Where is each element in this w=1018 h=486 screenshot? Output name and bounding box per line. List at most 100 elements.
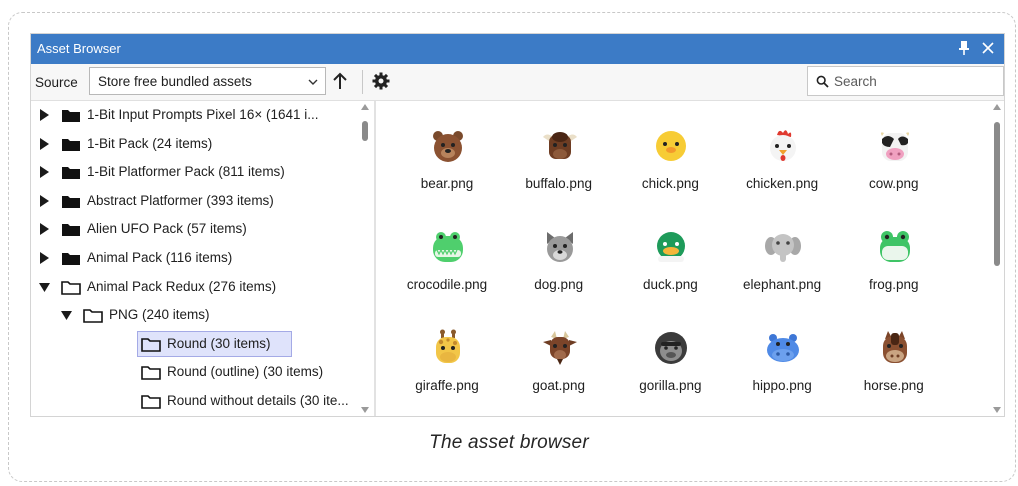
gear-icon[interactable] (371, 71, 391, 91)
asset-tile[interactable]: chicken.png (728, 119, 836, 199)
source-dropdown[interactable]: Store free bundled assets (89, 67, 326, 95)
asset-tile[interactable]: frog.png (840, 220, 948, 300)
chick-icon (656, 131, 687, 161)
asset-tile[interactable]: buffalo.png (505, 119, 613, 199)
folder-tree: 1-Bit Input Prompts Pixel 16× (1641 i...… (31, 101, 374, 416)
tree-item[interactable]: Round without details (30 ite... (83, 388, 374, 414)
tree-item-label: 1-Bit Pack (24 items) (87, 135, 213, 151)
collapse-arrow-icon[interactable] (39, 281, 50, 293)
asset-tile[interactable]: goat.png (505, 321, 613, 401)
tree-item-label: PNG (240 items) (109, 307, 210, 323)
asset-tile[interactable]: crocodile.png (393, 220, 501, 300)
tree-item[interactable]: 1-Bit Input Prompts Pixel 16× (1641 i... (39, 102, 374, 128)
title-bar: Asset Browser (31, 34, 1004, 64)
tree-scrollbar[interactable] (356, 101, 374, 417)
asset-tile[interactable]: bear.png (393, 119, 501, 199)
asset-tile[interactable]: horse.png (840, 321, 948, 401)
asset-name: chick.png (641, 176, 699, 191)
folder-icon (141, 366, 161, 381)
frog-icon (879, 231, 910, 262)
expand-arrow-icon[interactable] (39, 166, 50, 179)
folder-icon (62, 167, 80, 180)
crocodile-icon (433, 232, 463, 262)
window-title: Asset Browser (37, 41, 121, 56)
arrow-up-icon[interactable] (329, 70, 351, 92)
asset-tile[interactable]: hippo.png (728, 321, 836, 401)
bear-icon (433, 131, 463, 162)
folder-icon (62, 195, 80, 208)
elephant-icon (765, 234, 802, 262)
tree-item[interactable]: Alien UFO Pack (57 items) (39, 216, 374, 242)
asset-name: gorilla.png (639, 378, 702, 393)
tree-item[interactable]: 1-Bit Platformer Pack (811 items) (39, 159, 374, 185)
dog-icon (546, 232, 573, 262)
cow-icon (880, 132, 909, 161)
asset-name: duck.png (642, 277, 698, 292)
source-dropdown-value: Store free bundled assets (98, 74, 252, 89)
asset-tile[interactable]: chick.png (616, 119, 724, 199)
horse-icon (882, 331, 907, 363)
tree-item[interactable]: 1-Bit Pack (24 items) (39, 131, 374, 157)
asset-tile[interactable]: dog.png (505, 220, 613, 300)
asset-tile[interactable]: cow.png (840, 119, 948, 199)
asset-tile[interactable]: elephant.png (728, 220, 836, 300)
expand-arrow-icon[interactable] (39, 223, 50, 236)
tree-item-label: Animal Pack Redux (276 items) (87, 278, 277, 294)
folder-icon (62, 253, 80, 265)
asset-browser-window: Asset Browser Source Store free bundled … (30, 33, 1005, 417)
expand-arrow-icon[interactable] (39, 109, 50, 121)
tree-item[interactable]: Animal Pack Redux (276 items) (39, 274, 374, 300)
tree-item[interactable]: PNG (240 items) (61, 302, 374, 328)
figure-caption: The asset browser (429, 432, 589, 453)
chicken-icon (770, 130, 797, 161)
toolbar-separator (362, 70, 363, 94)
asset-name: elephant.png (743, 277, 822, 292)
expand-arrow-icon[interactable] (39, 252, 50, 264)
search-icon (816, 75, 829, 88)
asset-name: horse.png (863, 378, 924, 393)
tree-item[interactable]: Round (30 items) (83, 330, 374, 357)
search-input[interactable] (834, 72, 994, 90)
collapse-arrow-icon[interactable] (61, 309, 72, 321)
tree-item[interactable]: Abstract Platformer (393 items) (39, 188, 374, 214)
close-icon[interactable] (978, 38, 998, 58)
folder-icon (83, 309, 103, 323)
search-box[interactable] (807, 66, 1004, 96)
tree-item-label: 1-Bit Input Prompts Pixel 16× (1641 i... (87, 107, 319, 122)
folder-icon (141, 337, 161, 352)
asset-grid: bear.png buffalo.png chick.png chicken.png c… (376, 101, 988, 416)
expand-arrow-icon[interactable] (39, 194, 50, 207)
folder-icon (62, 224, 80, 237)
gorilla-icon (655, 332, 688, 364)
pin-icon[interactable] (954, 38, 974, 58)
tree-item[interactable]: Animal Pack (116 items) (39, 245, 374, 271)
tree-item[interactable]: Round (outline) (30 items) (83, 359, 374, 385)
hippo-icon (767, 334, 800, 362)
asset-name: chicken.png (746, 176, 819, 191)
chevron-down-icon (308, 79, 318, 85)
duck-icon (657, 232, 686, 262)
asset-tile[interactable]: gorilla.png (616, 321, 724, 401)
tree-item-label: Animal Pack (116 items) (87, 250, 233, 265)
tree-item-label: Alien UFO Pack (57 items) (87, 221, 247, 237)
asset-tile[interactable]: giraffe.png (393, 321, 501, 401)
giraffe-icon (436, 329, 460, 363)
tree-item-label: Round (outline) (30 items) (167, 364, 324, 380)
expand-arrow-icon[interactable] (39, 137, 50, 150)
tree-item-label: Round (30 items) (167, 335, 271, 351)
grid-scrollbar[interactable] (988, 101, 1005, 417)
asset-name: hippo.png (752, 378, 812, 393)
folder-icon (141, 395, 161, 409)
asset-name: giraffe.png (415, 378, 479, 393)
asset-name: dog.png (534, 277, 584, 292)
tree-item-label: 1-Bit Platformer Pack (811 items) (87, 164, 285, 180)
asset-name: goat.png (532, 378, 585, 393)
asset-name: bear.png (420, 176, 474, 191)
tree-item-label: Abstract Platformer (393 items) (87, 192, 274, 208)
asset-tile[interactable]: duck.png (616, 220, 724, 300)
source-label: Source (35, 75, 78, 90)
asset-name: buffalo.png (525, 176, 592, 191)
asset-name: frog.png (869, 277, 919, 292)
folder-icon (62, 138, 80, 151)
asset-name: crocodile.png (406, 277, 488, 292)
